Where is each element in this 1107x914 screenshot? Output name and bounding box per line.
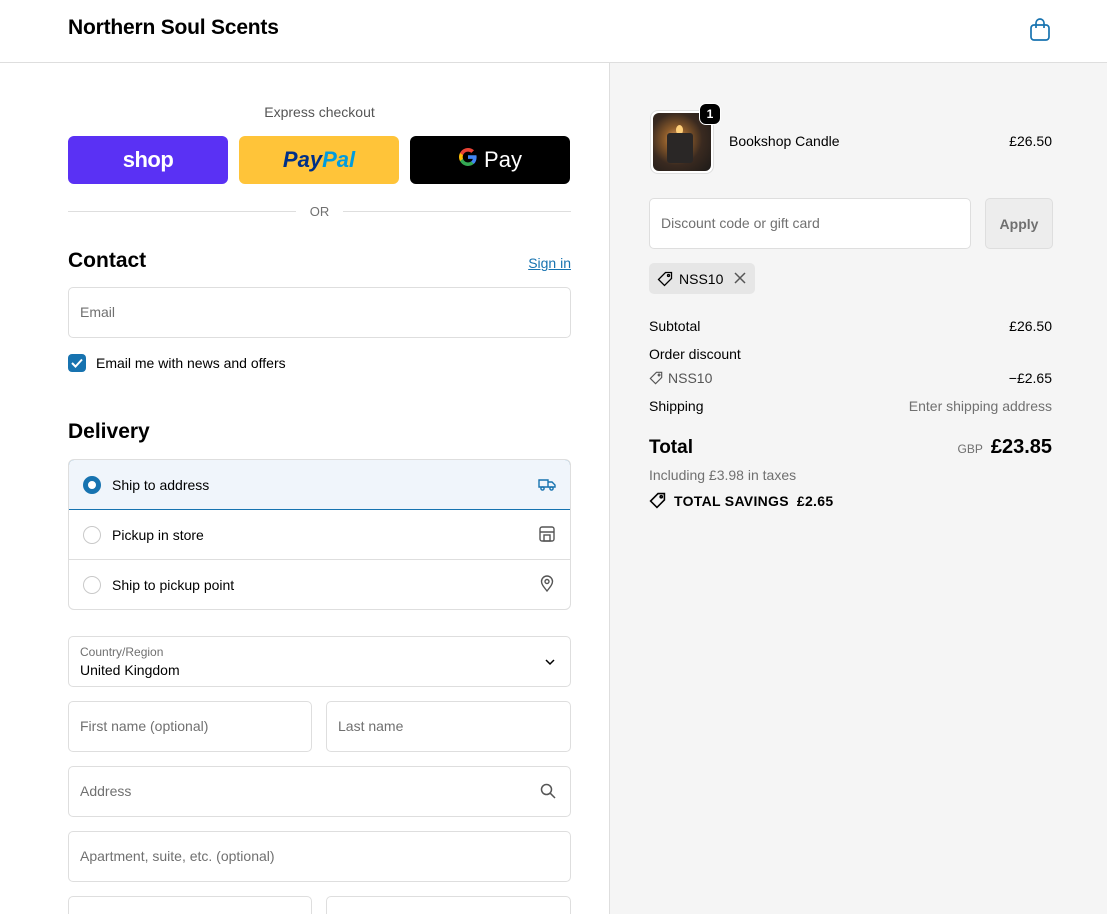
- header: Northern Soul Scents: [0, 0, 1107, 63]
- store-icon: [539, 526, 555, 542]
- applied-code-text: NSS10: [679, 270, 724, 287]
- paypal-logo-part1: Pay: [282, 147, 323, 172]
- total-savings: TOTAL SAVINGS £2.65: [649, 492, 833, 509]
- newsletter-checkbox-row[interactable]: Email me with news and offers: [68, 353, 286, 373]
- chevron-down-icon: [545, 659, 555, 666]
- google-pay-button[interactable]: Pay: [410, 136, 570, 184]
- delivery-method-group: Ship to address Pickup in store Ship to …: [68, 459, 571, 610]
- product-name: Bookshop Candle: [729, 133, 840, 149]
- address-field[interactable]: Address: [68, 766, 571, 817]
- map-pin-icon: [540, 575, 554, 593]
- radio-ship[interactable]: [83, 476, 101, 494]
- order-discount-code-text: NSS10: [668, 370, 713, 386]
- truck-icon: [538, 479, 556, 491]
- postcode-field[interactable]: [326, 896, 571, 914]
- total-amount: GBP £23.85: [957, 436, 1052, 459]
- apartment-placeholder: Apartment, suite, etc. (optional): [80, 848, 275, 864]
- product-price: £26.50: [1009, 133, 1052, 149]
- shipping-value: Enter shipping address: [908, 398, 1052, 414]
- email-placeholder: Email: [80, 304, 116, 320]
- tag-icon: [649, 492, 666, 509]
- check-icon: [71, 358, 83, 368]
- delivery-title: Delivery: [68, 420, 150, 443]
- apartment-field[interactable]: Apartment, suite, etc. (optional): [68, 831, 571, 882]
- google-pay-label: Pay: [484, 147, 522, 172]
- newsletter-checkbox[interactable]: [68, 354, 86, 372]
- tag-icon: [657, 271, 673, 286]
- total-value: £23.85: [990, 436, 1052, 458]
- delivery-option-pickup-point[interactable]: Ship to pickup point: [69, 560, 570, 609]
- order-discount-label: Order discount: [649, 346, 741, 362]
- first-name-placeholder: First name (optional): [80, 718, 209, 734]
- product-thumbnail: 1: [650, 103, 721, 174]
- address-placeholder: Address: [80, 783, 132, 799]
- taxes-text: Including £3.98 in taxes: [649, 467, 797, 483]
- delivery-option-pickup-store[interactable]: Pickup in store: [69, 510, 570, 560]
- checkout-form: Express checkout shop Pay Pal Pay OR Cont…: [0, 63, 609, 914]
- subtotal-value: £26.50: [1009, 318, 1052, 334]
- country-value: United Kingdom: [80, 662, 180, 678]
- total-label: Total: [649, 437, 693, 458]
- radio-pickup-store[interactable]: [83, 526, 101, 544]
- google-g-icon: [458, 147, 478, 173]
- paypal-logo-part2: Pal: [322, 147, 356, 172]
- radio-pickup-point[interactable]: [83, 576, 101, 594]
- or-divider: OR: [68, 203, 571, 221]
- order-discount-code: NSS10: [649, 370, 712, 386]
- delivery-option-label: Ship to address: [112, 477, 210, 493]
- delivery-option-ship[interactable]: Ship to address: [69, 460, 570, 510]
- discount-placeholder: Discount code or gift card: [661, 215, 820, 231]
- last-name-field[interactable]: Last name: [326, 701, 571, 752]
- shop-pay-button[interactable]: shop: [68, 136, 228, 184]
- express-checkout-title: Express checkout: [264, 104, 375, 120]
- close-icon[interactable]: [734, 272, 746, 284]
- savings-value: £2.65: [796, 492, 834, 509]
- apply-discount-button[interactable]: Apply: [985, 198, 1053, 249]
- tag-icon: [649, 371, 663, 385]
- contact-title: Contact: [68, 249, 147, 272]
- subtotal-label: Subtotal: [649, 318, 701, 334]
- country-select[interactable]: Country/Region United Kingdom: [68, 636, 571, 687]
- country-label: Country/Region: [80, 645, 164, 659]
- sign-in-link[interactable]: Sign in: [505, 255, 571, 271]
- email-field[interactable]: Email: [68, 287, 571, 338]
- shopping-bag-icon[interactable]: [1029, 18, 1051, 42]
- or-label: OR: [309, 204, 330, 219]
- currency-code: GBP: [957, 442, 983, 456]
- paypal-button[interactable]: Pay Pal: [239, 136, 399, 184]
- newsletter-label: Email me with news and offers: [96, 355, 286, 371]
- search-icon[interactable]: [540, 783, 556, 799]
- order-summary: 1 Bookshop Candle £26.50 Discount code o…: [609, 63, 1107, 914]
- shop-pay-logo: shop: [122, 147, 174, 172]
- delivery-option-label: Pickup in store: [112, 527, 204, 543]
- last-name-placeholder: Last name: [338, 718, 404, 734]
- first-name-field[interactable]: First name (optional): [68, 701, 312, 752]
- discount-code-field[interactable]: Discount code or gift card: [649, 198, 971, 249]
- store-logo[interactable]: Northern Soul Scents: [68, 16, 279, 40]
- savings-label: TOTAL SAVINGS: [674, 492, 789, 509]
- quantity-badge: 1: [699, 103, 721, 125]
- shipping-label: Shipping: [649, 398, 704, 414]
- city-field[interactable]: [68, 896, 312, 914]
- order-discount-value: −£2.65: [1008, 370, 1052, 386]
- applied-discount-tag: NSS10: [649, 263, 755, 294]
- delivery-option-label: Ship to pickup point: [112, 577, 235, 593]
